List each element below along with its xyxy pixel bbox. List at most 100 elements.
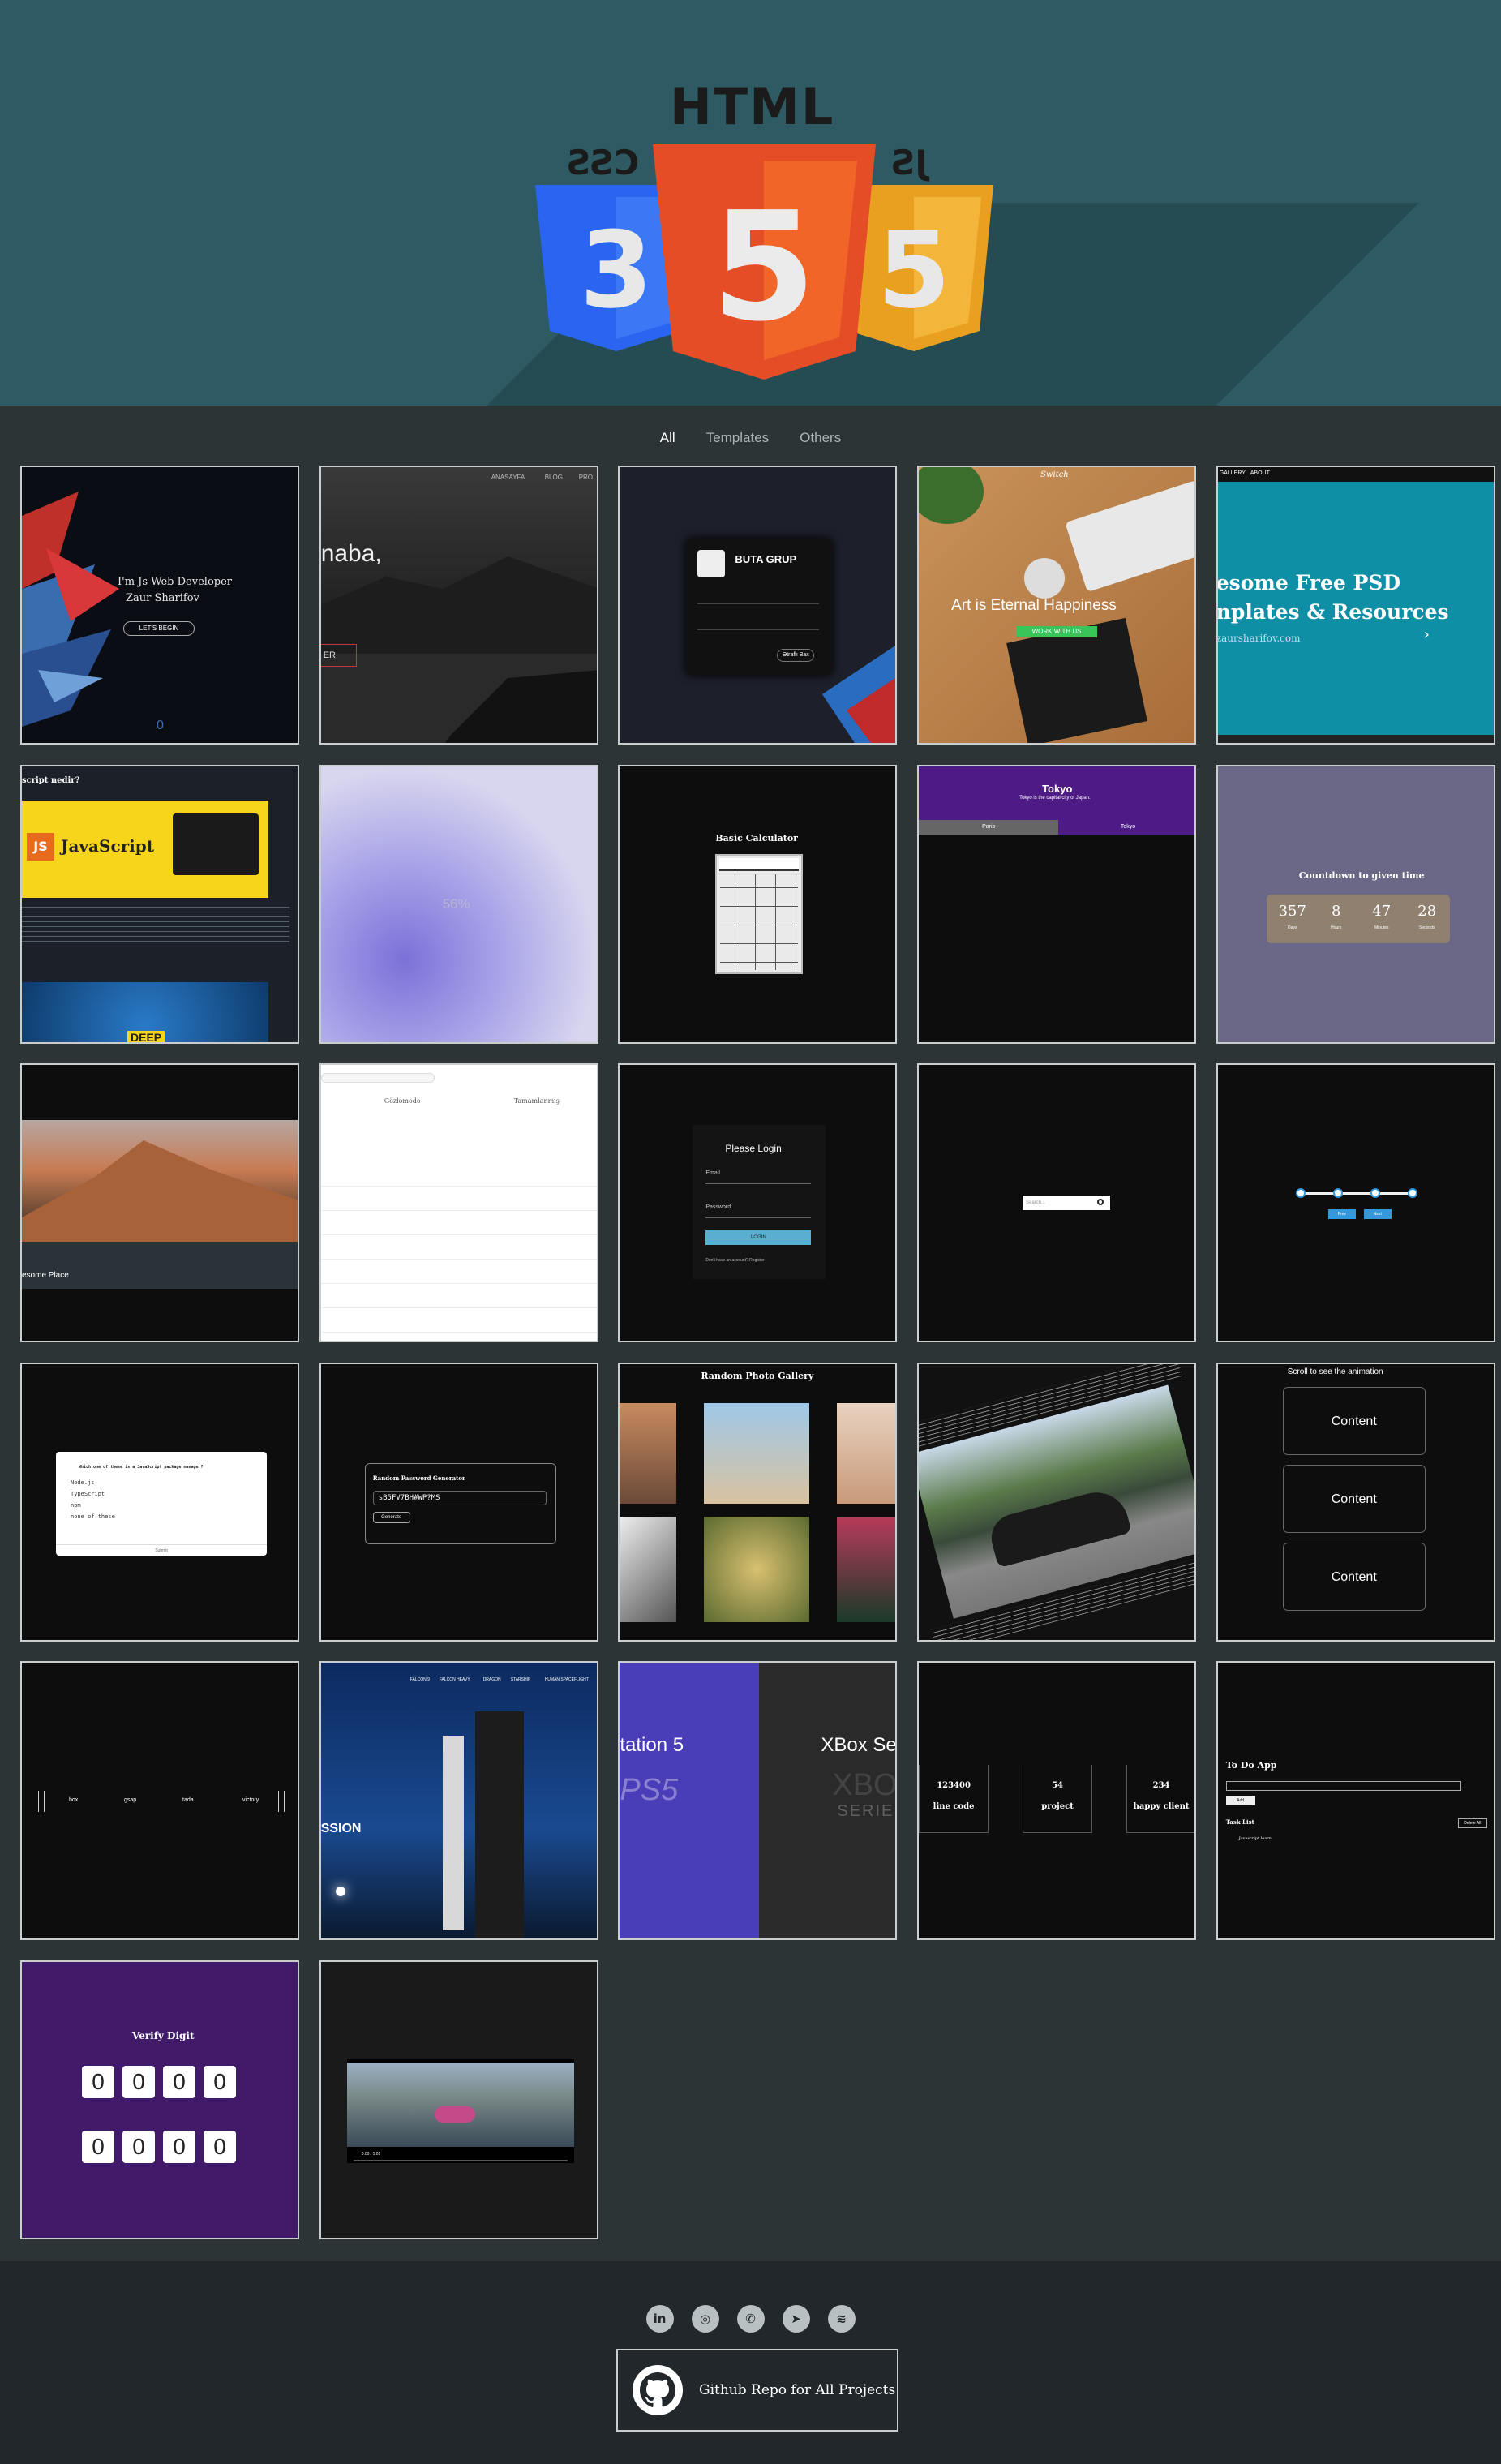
- intro-line: I'm Js Web Developer: [118, 576, 233, 588]
- brand-title: BUTA GRUP: [735, 553, 797, 565]
- project-card-javascript-blog[interactable]: script nedir? JS JavaScript DEEP: [20, 764, 299, 1044]
- project-card-awesome-place[interactable]: esome Place: [20, 1063, 299, 1342]
- project-card-admin-table[interactable]: Gözləmədə Tamamlanmış: [319, 1063, 598, 1342]
- tab-all[interactable]: All: [660, 422, 675, 454]
- mission-heading: SSION: [320, 1822, 362, 1835]
- nav-pro: PRO: [578, 474, 594, 481]
- project-card-gsap-nav[interactable]: box gsap tada victory: [20, 1661, 299, 1940]
- nav-tada: tada: [182, 1797, 194, 1803]
- xbox-title: XBox Se: [821, 1734, 896, 1756]
- project-card-photo-gallery[interactable]: Random Photo Gallery: [618, 1362, 898, 1642]
- hero-heading-1: esome Free PSD: [1217, 571, 1400, 595]
- quiz-question: Which one of these is a JavaScript packa…: [79, 1464, 204, 1470]
- next-button: Next: [1363, 1209, 1392, 1219]
- brand-logo: Switch: [1040, 470, 1069, 479]
- project-card-spacex[interactable]: FALCON 9 FALCON HEAVY DRAGON STARSHIP HU…: [319, 1661, 598, 1940]
- add-button: Add: [1225, 1796, 1255, 1805]
- project-card-free-psd[interactable]: GALLERY ABOUT esome Free PSD nplates & R…: [1216, 466, 1495, 745]
- quiz-submit: Submit: [56, 1543, 267, 1556]
- counter-value: 54: [1052, 1781, 1064, 1790]
- svg-text:5: 5: [877, 208, 950, 332]
- instagram-icon[interactable]: ◎: [691, 2305, 719, 2333]
- hero-heading-2: nplates & Resources: [1217, 600, 1449, 624]
- city-title: Tokyo: [1042, 782, 1073, 795]
- telegram-icon[interactable]: ➤: [782, 2305, 810, 2333]
- project-card-progress-steps[interactable]: Prev Next: [1216, 1063, 1495, 1342]
- spotify-icon[interactable]: ≋: [827, 2305, 856, 2333]
- password-line: [705, 1217, 812, 1218]
- project-card-countdown[interactable]: Countdown to given time 357 8 47 28 Days…: [1216, 764, 1495, 1044]
- countdown-title: Countdown to given time: [1298, 869, 1425, 881]
- scroll-index: 0: [157, 719, 164, 732]
- todo-title: To Do App: [1225, 1760, 1277, 1771]
- quiz-option: npm: [71, 1501, 81, 1509]
- project-card-counters[interactable]: 123400 line code 54 project 234 happy cl…: [917, 1661, 1197, 1940]
- gallery-photo: [620, 1516, 677, 1622]
- project-card-tokyo[interactable]: Tokyo Tokyo is the capital city of Japan…: [917, 764, 1197, 1044]
- scroll-hint: Scroll to see the animation: [1287, 1367, 1383, 1376]
- counter-value: 123400: [937, 1781, 971, 1790]
- gallery-photo: [704, 1516, 810, 1622]
- project-card-salam-landing[interactable]: ANASAYFA BLOG PRO naba, ER: [319, 466, 598, 745]
- hero-greeting: naba,: [320, 540, 382, 567]
- project-card-please-login[interactable]: Please Login Email Password LOGIN Don't …: [618, 1063, 898, 1342]
- bar-right: [278, 1791, 285, 1812]
- content-box: Content: [1282, 1464, 1426, 1533]
- digit-box: 0: [122, 2065, 155, 2098]
- delete-all-button: Delete All: [1457, 1818, 1487, 1828]
- gallery-photo: [704, 1402, 810, 1504]
- task-list-title: Task List: [1225, 1818, 1254, 1826]
- tab-templates[interactable]: Templates: [706, 422, 769, 454]
- boat-splash: [434, 2106, 475, 2123]
- hero-headline: Art is Eternal Happiness: [951, 597, 1117, 614]
- email-line: [705, 1183, 812, 1184]
- launch-tower: [474, 1711, 524, 1938]
- project-card-calculator[interactable]: Basic Calculator: [618, 764, 898, 1044]
- days-value: 357: [1278, 902, 1306, 920]
- js-banner: JS JavaScript: [22, 800, 268, 898]
- prev-button: Prev: [1327, 1209, 1356, 1219]
- nav-gallery: GALLERY: [1219, 470, 1246, 476]
- gallery-title: Random Photo Gallery: [701, 1370, 814, 1381]
- tab-others[interactable]: Others: [800, 422, 841, 454]
- html5-shield-icon: 5: [653, 144, 876, 380]
- table-rows: [320, 1162, 597, 1333]
- whatsapp-icon[interactable]: ✆: [736, 2305, 765, 2333]
- nav-human-spaceflight: HUMAN SPACEFLIGHT: [544, 1677, 589, 1682]
- project-card-password-generator[interactable]: Random Password Generator sB5FV7BH#WP?MS…: [319, 1362, 598, 1642]
- counter-label: line code: [933, 1802, 975, 1811]
- project-card-scroll-animation[interactable]: Scroll to see the animation Content Cont…: [1216, 1362, 1495, 1642]
- github-icon: [633, 2365, 683, 2415]
- project-card-search-box[interactable]: Search...: [917, 1063, 1197, 1342]
- generator-title: Random Password Generator: [372, 1474, 465, 1482]
- register-link: Don't have an account? Register: [705, 1258, 765, 1263]
- project-card-loading[interactable]: 56%: [319, 764, 598, 1044]
- bottom-bar: [1217, 735, 1494, 743]
- text-lines: [22, 902, 289, 943]
- project-card-verify-digit[interactable]: Verify Digit 0 0 0 0 0 0 0 0: [20, 1960, 299, 2239]
- video-scene: [346, 2062, 574, 2147]
- todo-input: [1225, 1781, 1461, 1791]
- tab-tokyo: Tokyo: [1058, 819, 1195, 835]
- project-card-zaur-portfolio[interactable]: I'm Js Web Developer Zaur Sharifov LET'S…: [20, 466, 299, 745]
- project-card-video-player[interactable]: 0:00 / 1:01: [319, 1960, 598, 2239]
- project-card-switch[interactable]: Switch Art is Eternal Happiness WORK WIT…: [917, 466, 1197, 745]
- gallery-photo: [837, 1402, 896, 1504]
- password-label: Password: [705, 1204, 731, 1210]
- login-button: LOGIN: [705, 1230, 812, 1245]
- days-label: Days: [1288, 925, 1297, 930]
- project-card-supra-article[interactable]: [917, 1362, 1197, 1642]
- github-repo-button[interactable]: Github Repo for All Projects: [616, 2349, 898, 2432]
- search-field: [320, 1073, 435, 1083]
- project-card-console-compare[interactable]: tation 5 PS5 XBox Se XBOX SERIE: [618, 1661, 898, 1940]
- linkedin-icon[interactable]: in: [645, 2305, 674, 2333]
- digit-box: 0: [122, 2130, 155, 2163]
- field-line: [697, 629, 820, 630]
- js-badge-icon: JS: [27, 832, 54, 861]
- quiz-option: none of these: [71, 1513, 115, 1520]
- project-card-quiz[interactable]: Which one of these is a JavaScript packa…: [20, 1362, 299, 1642]
- progress-line: [1298, 1192, 1416, 1195]
- hours-value: 8: [1332, 902, 1341, 920]
- project-card-buta-grup[interactable]: BUTA GRUP Ətraflı Bax: [618, 466, 898, 745]
- project-card-todo-app[interactable]: To Do App Add Task List Delete All Javas…: [1216, 1661, 1495, 1940]
